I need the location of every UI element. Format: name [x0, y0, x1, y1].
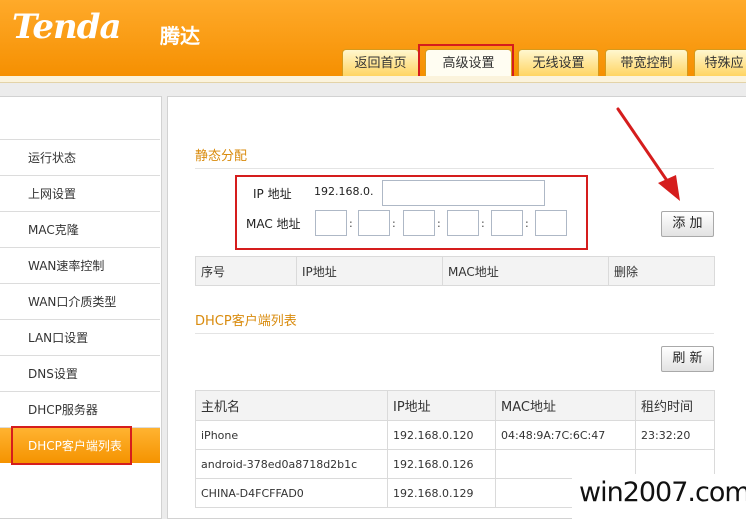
- mac-separator: :: [349, 217, 353, 230]
- mac-separator: :: [392, 217, 396, 230]
- cell-hostname: CHINA-D4FCFFAD0: [195, 478, 388, 508]
- sidebar-item-dhcp-server[interactable]: DHCP服务器: [0, 391, 160, 427]
- cell-hostname: iPhone: [195, 420, 388, 450]
- ip-address-label: IP 地址: [253, 187, 292, 201]
- sidebar-item-wan-media-type[interactable]: WAN口介质类型: [0, 283, 160, 319]
- column-header-hostname: 主机名: [195, 390, 388, 421]
- tab-special-application[interactable]: 特殊应: [694, 49, 746, 77]
- column-header-lease-time: 租约时间: [635, 390, 715, 421]
- header-band: [0, 76, 746, 83]
- sidebar-item-dns-settings[interactable]: DNS设置: [0, 355, 160, 391]
- tab-home[interactable]: 返回首页: [342, 49, 419, 77]
- refresh-button[interactable]: 刷 新: [661, 346, 714, 372]
- mac-separator: :: [525, 217, 529, 230]
- cell-ip: 192.168.0.126: [387, 449, 496, 479]
- table-header-row: 主机名 IP地址 MAC地址 租约时间: [195, 390, 715, 421]
- static-section-title: 静态分配: [195, 149, 248, 164]
- mac-field-3[interactable]: [403, 210, 435, 236]
- ip-prefix-text: 192.168.0.: [314, 185, 374, 198]
- watermark-text: win2007.com: [579, 477, 746, 508]
- column-header-mac: MAC地址: [495, 390, 636, 421]
- mac-field-5[interactable]: [491, 210, 523, 236]
- dhcp-section-title: DHCP客户端列表: [195, 314, 297, 329]
- column-header-mac: MAC地址: [442, 256, 609, 286]
- mac-field-1[interactable]: [315, 210, 347, 236]
- watermark: win2007.com: [572, 474, 746, 519]
- tab-bandwidth-control[interactable]: 带宽控制: [605, 49, 688, 77]
- ip-last-octet-input[interactable]: [382, 180, 545, 206]
- sidebar-item-run-status[interactable]: 运行状态: [0, 139, 160, 175]
- sidebar: 运行状态 上网设置 MAC克隆 WAN速率控制 WAN口介质类型 LAN口设置 …: [0, 96, 162, 519]
- column-header-delete: 删除: [608, 256, 715, 286]
- dhcp-section-divider: [195, 333, 714, 334]
- tab-advanced-settings[interactable]: 高级设置: [425, 49, 512, 77]
- mac-separator: :: [481, 217, 485, 230]
- brand-name-cn: 腾达: [160, 24, 200, 48]
- cell-mac: 04:48:9A:7C:6C:47: [495, 420, 636, 450]
- cell-lease: 23:32:20: [635, 420, 715, 450]
- column-header-index: 序号: [195, 256, 297, 286]
- static-binding-table: 序号 IP地址 MAC地址 删除: [195, 256, 715, 286]
- mac-separator: :: [437, 217, 441, 230]
- cell-ip: 192.168.0.120: [387, 420, 496, 450]
- tab-wireless-settings[interactable]: 无线设置: [518, 49, 599, 77]
- mac-field-6[interactable]: [535, 210, 567, 236]
- column-header-ip: IP地址: [296, 256, 443, 286]
- mac-address-label: MAC 地址: [246, 217, 301, 231]
- header-bar: Tenda 腾达 返回首页 高级设置 无线设置 带宽控制 特殊应: [0, 0, 746, 78]
- sidebar-item-internet-settings[interactable]: 上网设置: [0, 175, 160, 211]
- static-section-divider: [195, 168, 714, 169]
- sidebar-item-dhcp-client-list[interactable]: DHCP客户端列表: [0, 427, 160, 463]
- tenda-logo: Tenda: [12, 7, 122, 47]
- sidebar-item-lan-settings[interactable]: LAN口设置: [0, 319, 160, 355]
- sidebar-item-mac-clone[interactable]: MAC克隆: [0, 211, 160, 247]
- sidebar-item-wan-speed-control[interactable]: WAN速率控制: [0, 247, 160, 283]
- cell-hostname: android-378ed0a8718d2b1c: [195, 449, 388, 479]
- add-button[interactable]: 添 加: [661, 211, 714, 237]
- cell-ip: 192.168.0.129: [387, 478, 496, 508]
- table-row: iPhone 192.168.0.120 04:48:9A:7C:6C:47 2…: [195, 420, 715, 450]
- mac-field-4[interactable]: [447, 210, 479, 236]
- mac-field-2[interactable]: [358, 210, 390, 236]
- column-header-ip: IP地址: [387, 390, 496, 421]
- table-header-row: 序号 IP地址 MAC地址 删除: [195, 256, 715, 286]
